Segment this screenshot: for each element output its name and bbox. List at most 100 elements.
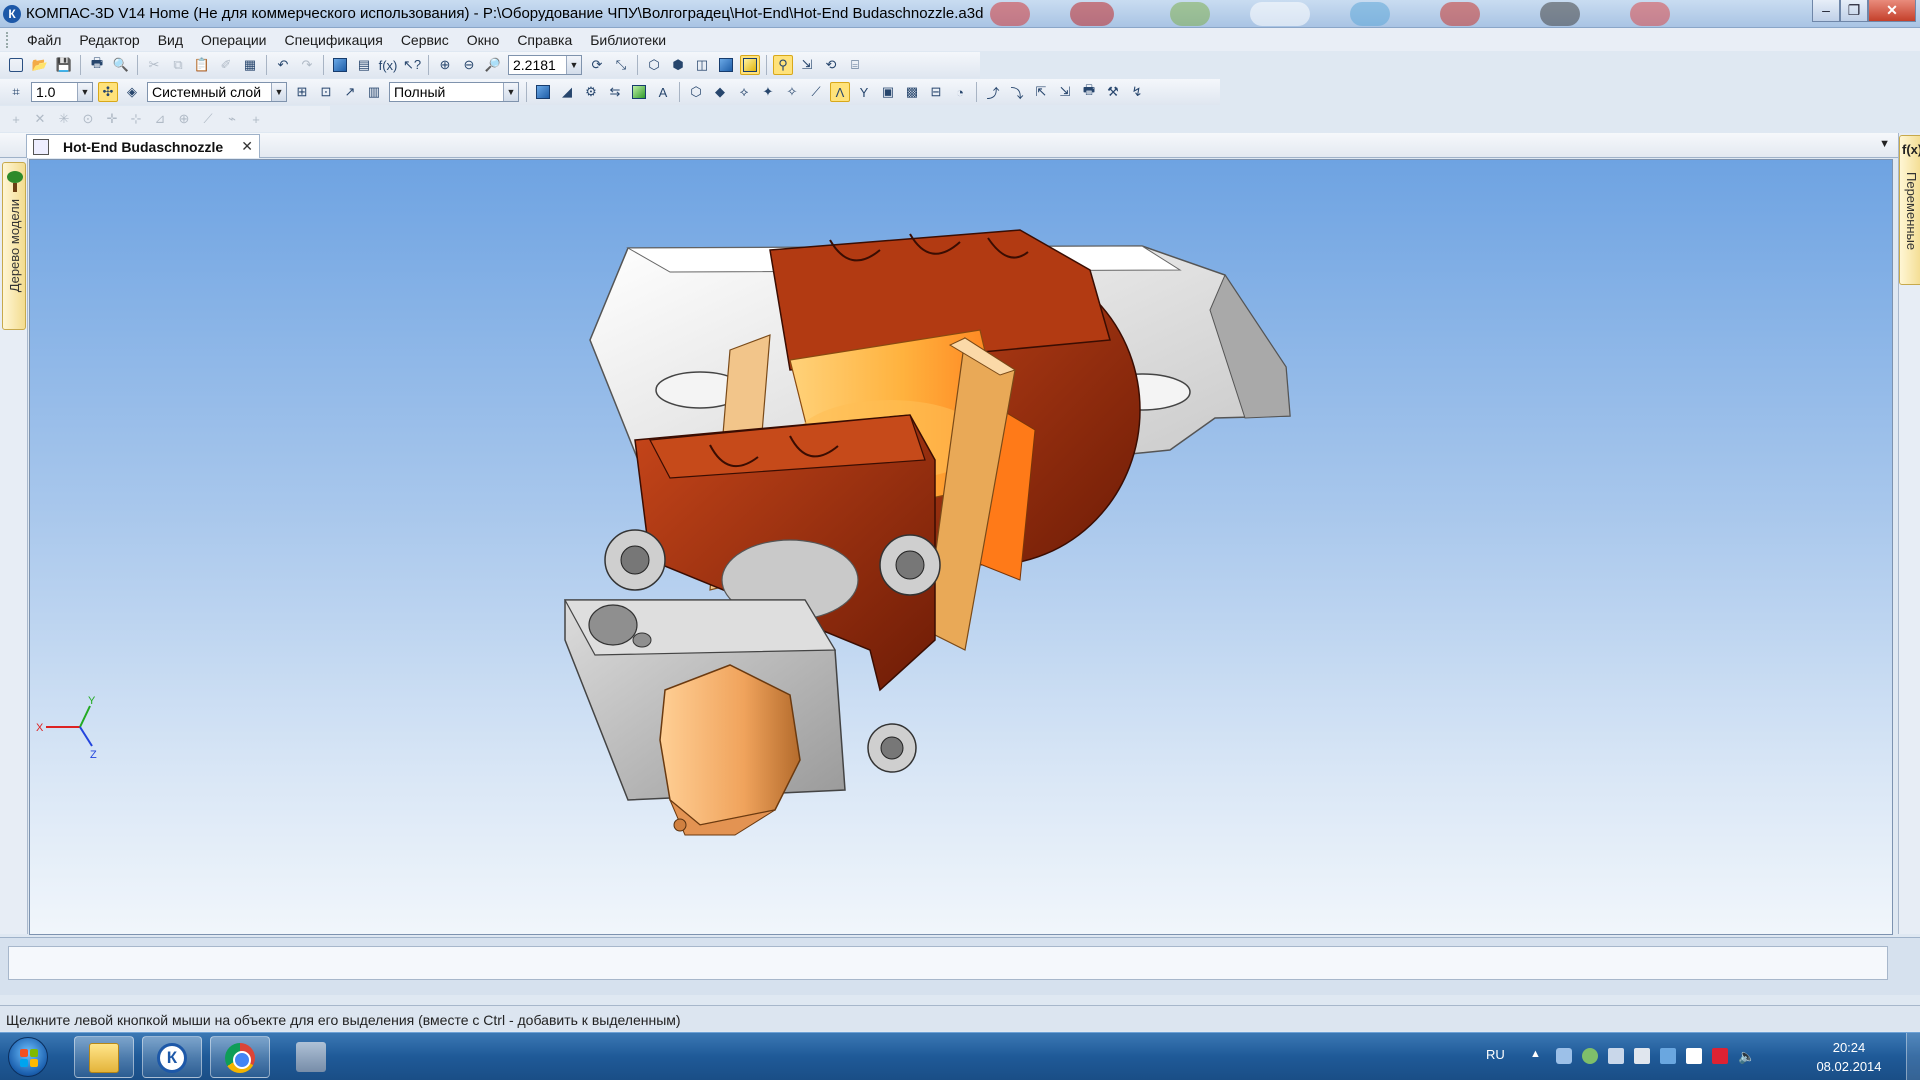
- monitor-icon[interactable]: [1686, 1048, 1702, 1064]
- snap-icon[interactable]: ✣: [98, 82, 118, 102]
- tool-icon-2[interactable]: ⤵: [1007, 82, 1027, 102]
- filter-icon-5[interactable]: ✧: [782, 82, 802, 102]
- snap-icon-3[interactable]: ✳: [54, 109, 74, 129]
- network-tool-icon[interactable]: [1556, 1048, 1572, 1064]
- mates-icon[interactable]: ⚙: [581, 82, 601, 102]
- variables-tab[interactable]: f(x) Переменные: [1899, 135, 1920, 285]
- taskbar-explorer[interactable]: [74, 1036, 134, 1078]
- close-button[interactable]: ✕: [1868, 0, 1916, 22]
- hidden-lines-view-icon[interactable]: ⬢: [668, 55, 688, 75]
- taskbar-printer[interactable]: [282, 1036, 342, 1078]
- taskbar-kompas[interactable]: К: [142, 1036, 202, 1078]
- step-combo[interactable]: 1.0 ▼: [31, 82, 93, 102]
- filter-icon-6[interactable]: ⟋: [806, 82, 826, 102]
- device-icon[interactable]: [1634, 1048, 1650, 1064]
- start-button[interactable]: [8, 1037, 48, 1077]
- snap-icon-1[interactable]: +: [6, 109, 26, 129]
- print-icon[interactable]: 🖶: [87, 55, 107, 75]
- move-component-icon[interactable]: ⇆: [605, 82, 625, 102]
- security-icon[interactable]: [1660, 1048, 1676, 1064]
- snap-icon-6[interactable]: ⊹: [126, 109, 146, 129]
- green-part-icon[interactable]: [629, 82, 649, 102]
- filter-icon-7[interactable]: Λ: [830, 82, 850, 102]
- kompas-app-icon[interactable]: К: [3, 5, 21, 23]
- zoom-previous-icon[interactable]: ⊖: [459, 55, 479, 75]
- dimension-icon[interactable]: A: [653, 82, 673, 102]
- model-tree-tab[interactable]: Дерево модели: [2, 162, 26, 330]
- menu-libraries[interactable]: Библиотеки: [581, 32, 675, 48]
- snap-icon-5[interactable]: ✛: [102, 109, 122, 129]
- tools-icon[interactable]: [1608, 1048, 1624, 1064]
- menu-file[interactable]: Файл: [18, 32, 70, 48]
- document-tab[interactable]: Hot-End Budaschnozzle ✕: [26, 134, 260, 158]
- chevron-down-icon[interactable]: ▼: [566, 56, 581, 74]
- view-mode-combo[interactable]: Полный ▼: [389, 82, 519, 102]
- menu-editor[interactable]: Редактор: [70, 32, 148, 48]
- open-folder-icon[interactable]: 📂: [30, 55, 50, 75]
- tab-list-chevron-down-icon[interactable]: ▼: [1879, 138, 1890, 150]
- filter-icon-10[interactable]: ▩: [902, 82, 922, 102]
- help-pointer-icon[interactable]: ↖?: [402, 55, 422, 75]
- shaded-view-icon[interactable]: [716, 55, 736, 75]
- grid-step-icon[interactable]: ⌗: [6, 82, 26, 102]
- add-component-icon[interactable]: ◢: [557, 82, 577, 102]
- copy-icon[interactable]: ⧉: [168, 55, 188, 75]
- show-desktop-button[interactable]: [1906, 1033, 1920, 1080]
- shaded-edges-view-icon[interactable]: [740, 55, 760, 75]
- zoom-scale-combo[interactable]: 2.2181 ▼: [508, 55, 582, 75]
- tool-icon-3[interactable]: ⇱: [1031, 82, 1051, 102]
- snap-icon-10[interactable]: ⌁: [222, 109, 242, 129]
- thin-lines-view-icon[interactable]: ◫: [692, 55, 712, 75]
- model-viewport[interactable]: X Y Z: [29, 159, 1893, 935]
- antivirus-icon[interactable]: [1712, 1048, 1728, 1064]
- menu-help[interactable]: Справка: [508, 32, 581, 48]
- chevron-down-icon[interactable]: ▼: [503, 83, 518, 101]
- snap-icon-9[interactable]: ⟋: [198, 109, 218, 129]
- zoom-window-icon[interactable]: ⊕: [435, 55, 455, 75]
- menu-window[interactable]: Окно: [458, 32, 509, 48]
- orthogonal-mode-icon[interactable]: ⊡: [316, 82, 336, 102]
- language-indicator[interactable]: RU: [1486, 1047, 1505, 1062]
- filter-icon-9[interactable]: ▣: [878, 82, 898, 102]
- sync-icon[interactable]: [1582, 1048, 1598, 1064]
- filter-icon-3[interactable]: ⟡: [734, 82, 754, 102]
- chevron-down-icon[interactable]: ▼: [271, 83, 286, 101]
- filter-icon-11[interactable]: ⊟: [926, 82, 946, 102]
- format-painter-icon[interactable]: ✐: [216, 55, 236, 75]
- cut-icon[interactable]: ✂: [144, 55, 164, 75]
- view-mode-icon[interactable]: ▥: [364, 82, 384, 102]
- layer-icon[interactable]: ◈: [122, 82, 142, 102]
- properties-field[interactable]: [8, 946, 1888, 980]
- tool-icon-7[interactable]: ↯: [1127, 82, 1147, 102]
- refresh-icon[interactable]: ⟲: [821, 55, 841, 75]
- redo-icon[interactable]: ↷: [297, 55, 317, 75]
- properties-icon[interactable]: ▦: [240, 55, 260, 75]
- snap-icon-8[interactable]: ⊕: [174, 109, 194, 129]
- filter-icon-8[interactable]: Y: [854, 82, 874, 102]
- snap-icon-7[interactable]: ⊿: [150, 109, 170, 129]
- filter-icon-4[interactable]: ✦: [758, 82, 778, 102]
- chevron-down-icon[interactable]: ▼: [77, 83, 92, 101]
- menu-operations[interactable]: Операции: [192, 32, 276, 48]
- tree-filter-icon[interactable]: ⚲: [773, 55, 793, 75]
- select-filter-icon[interactable]: ⇲: [797, 55, 817, 75]
- new-document-icon[interactable]: [6, 55, 26, 75]
- measure-icon[interactable]: ⌸: [845, 55, 865, 75]
- menu-specification[interactable]: Спецификация: [276, 32, 392, 48]
- wireframe-view-icon[interactable]: ⬡: [644, 55, 664, 75]
- rotate-icon[interactable]: ⟳: [587, 55, 607, 75]
- menu-view[interactable]: Вид: [149, 32, 192, 48]
- close-tab-icon[interactable]: ✕: [241, 138, 253, 155]
- clock[interactable]: 20:24 08.02.2014: [1804, 1038, 1894, 1076]
- filter-icon-2[interactable]: ◆: [710, 82, 730, 102]
- maximize-button[interactable]: ❐: [1840, 0, 1868, 22]
- zoom-icon[interactable]: 🔎: [483, 55, 503, 75]
- paste-icon[interactable]: 📋: [192, 55, 212, 75]
- minimize-button[interactable]: –: [1812, 0, 1840, 22]
- save-icon[interactable]: 💾: [54, 55, 74, 75]
- tool-icon-1[interactable]: ⤴: [983, 82, 1003, 102]
- taskbar-chrome[interactable]: [210, 1036, 270, 1078]
- coordinates-icon[interactable]: ↗: [340, 82, 360, 102]
- edit-part-icon[interactable]: [533, 82, 553, 102]
- filter-icon-1[interactable]: ⬡: [686, 82, 706, 102]
